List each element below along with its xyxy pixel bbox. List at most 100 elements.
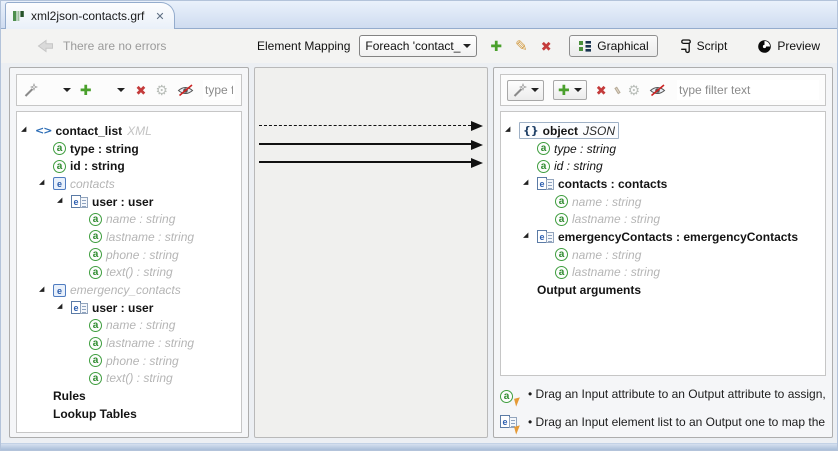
output-tree: ◢{}objectJSONatype : stringaid : string◢…: [500, 111, 826, 376]
tree-item-label: phone : string: [106, 248, 179, 262]
script-view-button[interactable]: Script: [670, 34, 737, 58]
output-panel-toolbar: ✚ ✖ ⚙: [500, 74, 826, 106]
expand-triangle-icon[interactable]: ◢: [21, 126, 35, 133]
tree-item[interactable]: alastname : string: [17, 228, 241, 246]
tree-item[interactable]: ◢econtacts : contacts: [501, 175, 825, 193]
tree-item[interactable]: ◢e user : user: [17, 193, 241, 211]
mapping-arrow[interactable]: [259, 125, 471, 126]
remove-node-button[interactable]: ✖: [136, 84, 147, 97]
tree-item[interactable]: atext() : string: [17, 264, 241, 282]
preview-view-button[interactable]: Preview: [748, 35, 829, 58]
attribute-icon: a: [53, 160, 66, 173]
tree-item[interactable]: a lastname : string: [17, 334, 241, 352]
tree-item-label: user : user: [92, 195, 153, 209]
gear-icon[interactable]: ⚙: [627, 82, 640, 99]
editor-tab[interactable]: xml2json-contacts.grf ✕: [5, 2, 175, 29]
add-dropdown-icon[interactable]: [117, 88, 125, 92]
tree-item[interactable]: alastname : string: [501, 210, 825, 228]
expand-triangle-icon[interactable]: ◢: [505, 126, 519, 133]
magic-wand-button[interactable]: [23, 83, 38, 98]
add-node-combo-button[interactable]: ✚: [553, 80, 587, 100]
expand-triangle-icon[interactable]: ◢: [39, 179, 53, 186]
tree-item[interactable]: ◢eemergencyContacts : emergencyContacts: [501, 228, 825, 246]
tree-item[interactable]: Rules: [17, 387, 241, 405]
add-node-button[interactable]: ✚: [80, 83, 92, 97]
mapping-select[interactable]: Foreach 'contact_: [359, 35, 477, 57]
tree-item-type-suffix: XML: [127, 124, 152, 138]
tree-item-label: id : string: [70, 159, 125, 173]
tree-item-type-suffix: JSON: [583, 124, 615, 138]
input-filter-field[interactable]: [203, 80, 235, 100]
graphical-view-button[interactable]: Graphical: [569, 35, 657, 57]
hide-unmapped-icon[interactable]: [649, 84, 666, 97]
tree-item-label: type : string: [554, 142, 616, 156]
hint-text: • Drag an Input attribute to an Output a…: [528, 387, 826, 401]
attribute-icon: a: [537, 160, 550, 173]
eraser-icon[interactable]: [614, 86, 620, 93]
magic-wand-icon: [512, 83, 527, 98]
element-list-icon: e: [71, 194, 88, 209]
tree-item-label: contact_list: [55, 124, 122, 138]
graphical-view-icon: [578, 39, 592, 53]
expand-triangle-icon[interactable]: ◢: [523, 232, 537, 239]
tree-item[interactable]: ◢<>contact_listXML: [17, 122, 241, 140]
tree-item[interactable]: alastname : string: [501, 264, 825, 282]
attribute-icon: a: [537, 142, 550, 155]
attribute-icon: a: [89, 354, 102, 367]
graphical-view-label: Graphical: [597, 39, 648, 53]
tree-item-label: lastname : string: [572, 265, 660, 279]
attribute-icon: a: [89, 337, 102, 350]
attribute-icon: a: [89, 372, 102, 385]
expand-triangle-icon[interactable]: ◢: [523, 179, 537, 186]
element-icon: e: [53, 284, 66, 297]
expand-triangle-icon[interactable]: ◢: [57, 303, 71, 310]
output-filter-field[interactable]: [677, 80, 819, 100]
hide-unmapped-icon[interactable]: [177, 84, 194, 97]
tree-item[interactable]: ◢euser : user: [17, 299, 241, 317]
tree-item[interactable]: aid : string: [501, 157, 825, 175]
input-panel: ✚ ✖ ⚙ ◢<>contact_listXMLatype : stringai…: [9, 67, 249, 438]
tree-item[interactable]: ◢{}objectJSON: [501, 122, 825, 140]
attribute-icon: a: [53, 142, 66, 155]
mapping-arrow[interactable]: [259, 143, 471, 145]
magic-wand-combo-button[interactable]: [507, 80, 544, 101]
icon-spacer: [35, 407, 49, 420]
tab-bar: xml2json-contacts.grf ✕: [1, 1, 837, 29]
tree-item[interactable]: Lookup Tables: [17, 405, 241, 423]
remove-node-button[interactable]: ✖: [596, 84, 607, 97]
expand-triangle-icon[interactable]: ◢: [57, 197, 71, 204]
expand-triangle-icon[interactable]: ◢: [39, 286, 53, 293]
attribute-icon: a: [555, 195, 568, 208]
tree-item[interactable]: aname : string: [501, 246, 825, 264]
add-mapping-button[interactable]: ✚: [490, 39, 502, 53]
mapping-arrow[interactable]: [259, 161, 471, 163]
tree-item[interactable]: aphone : string: [17, 246, 241, 264]
tree-item[interactable]: aname : string: [501, 193, 825, 211]
preview-view-label: Preview: [777, 39, 820, 53]
tree-item[interactable]: aname : string: [17, 210, 241, 228]
attribute-icon: a: [89, 213, 102, 226]
tree-item[interactable]: ◢econtacts: [17, 175, 241, 193]
wand-dropdown-icon[interactable]: [63, 88, 71, 92]
mapping-editor-area: ✚ ✖ ⚙ ◢<>contact_listXMLatype : stringai…: [1, 63, 837, 444]
tree-item[interactable]: atext() : string: [17, 370, 241, 388]
tree-item[interactable]: atype : string: [17, 140, 241, 158]
tab-close-icon[interactable]: ✕: [155, 10, 164, 23]
tree-item-label: lastname : string: [106, 336, 194, 350]
tree-item[interactable]: Output arguments: [501, 281, 825, 299]
tree-item[interactable]: a id : string: [17, 157, 241, 175]
plus-icon: ✚: [558, 83, 570, 97]
tree-item-label: lastname : string: [572, 212, 660, 226]
tree-item[interactable]: aname : string: [17, 317, 241, 335]
tree-item-label: emergency_contacts: [70, 283, 181, 297]
chevron-down-icon: [463, 44, 471, 48]
delete-mapping-button[interactable]: ✖: [541, 40, 552, 53]
gear-icon[interactable]: ⚙: [155, 82, 168, 99]
edit-mapping-button[interactable]: ✎: [515, 39, 528, 54]
tree-item[interactable]: a type : string: [501, 140, 825, 158]
attribute-icon: a: [89, 230, 102, 243]
icon-spacer: [35, 390, 49, 403]
element-mapping-label: Element Mapping: [257, 39, 350, 53]
tree-item[interactable]: aphone : string: [17, 352, 241, 370]
tree-item[interactable]: ◢e emergency_contacts: [17, 281, 241, 299]
